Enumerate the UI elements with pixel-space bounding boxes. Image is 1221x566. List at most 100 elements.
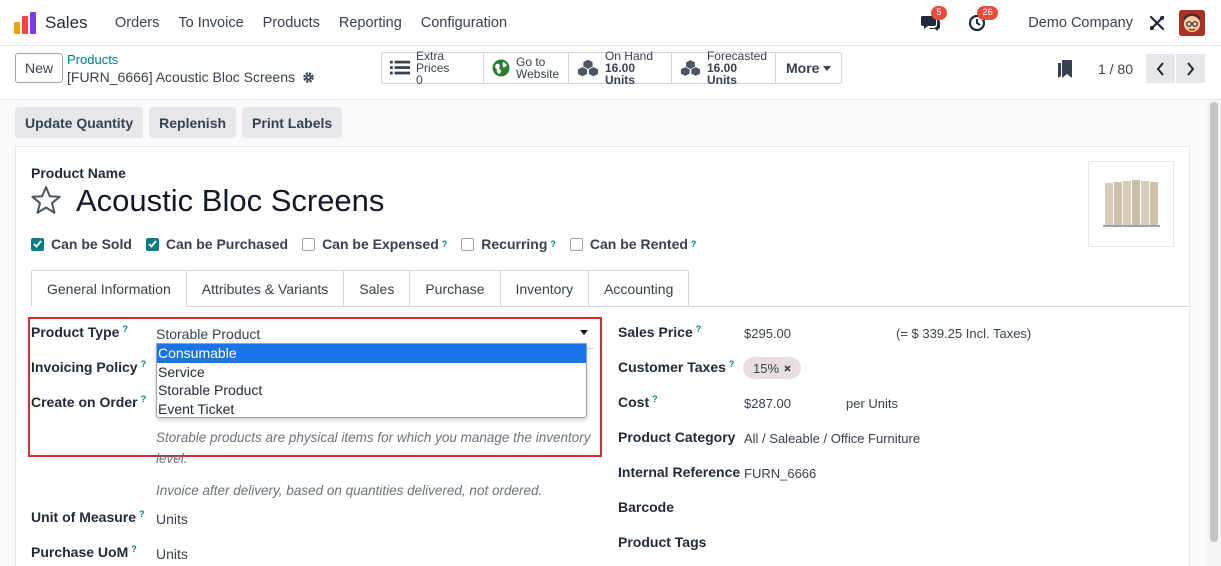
sales-price-field[interactable]: $295.00 — [744, 326, 791, 341]
globe-icon — [492, 59, 510, 77]
can-be-expensed-checkbox[interactable]: Can be Expensed? — [302, 236, 447, 252]
tab-general-information[interactable]: General Information — [31, 270, 187, 307]
menu-to-invoice[interactable]: To Invoice — [169, 15, 253, 31]
update-quantity-button[interactable]: Update Quantity — [15, 107, 144, 138]
control-panel: New Products [FURN_6666] Acoustic Bloc S… — [0, 46, 1221, 100]
purchase-uom-field[interactable]: Units — [156, 546, 188, 562]
go-to-website-button[interactable]: Go to Website — [484, 53, 569, 83]
cost-field[interactable]: $287.00 — [744, 396, 791, 411]
form-action-buttons: Update Quantity Replenish Print Labels — [15, 107, 343, 138]
option-service[interactable]: Service — [157, 363, 586, 382]
pager: 1 / 80 — [1057, 54, 1205, 83]
option-consumable[interactable]: Consumable — [157, 344, 586, 363]
extra-prices-button[interactable]: Extra Prices 0 — [382, 49, 484, 86]
pager-value[interactable]: 1 / 80 — [1098, 61, 1133, 77]
can-be-purchased-checkbox[interactable]: Can be Purchased — [145, 236, 288, 252]
select-caret-icon[interactable] — [580, 330, 588, 335]
new-button[interactable]: New — [15, 53, 64, 83]
menu-reporting[interactable]: Reporting — [329, 15, 411, 31]
smart-buttons: Extra Prices 0 Go to Website On Hand 16.00 … — [381, 49, 843, 87]
tab-accounting[interactable]: Accounting — [589, 270, 690, 307]
scrollbar-thumb[interactable] — [1210, 102, 1218, 542]
unit-of-measure-field[interactable]: Units — [156, 511, 188, 527]
create-on-order-label: Create on Order? — [31, 394, 147, 410]
pager-previous-button[interactable] — [1146, 54, 1175, 83]
product-options: Can be Sold Can be Purchased Can be Expe… — [31, 236, 710, 252]
top-navbar: Sales Orders To Invoice Products Reporti… — [0, 0, 1221, 46]
chevron-right-icon — [1187, 61, 1195, 76]
navbar-systray: 5 26 Demo Company — [920, 0, 1221, 46]
checkbox-empty-icon — [302, 237, 316, 251]
more-label: More — [786, 60, 820, 76]
forecasted-button[interactable]: Forecasted 16.00 Units — [672, 50, 776, 87]
recurring-checkbox[interactable]: Recurring? — [461, 236, 556, 252]
cubes-icon — [680, 60, 701, 76]
tab-sales[interactable]: Sales — [344, 270, 411, 307]
menu-configuration[interactable]: Configuration — [411, 15, 516, 31]
more-button[interactable]: More — [776, 53, 841, 83]
bookmark-icon[interactable] — [1057, 59, 1072, 78]
chevron-left-icon — [1156, 61, 1164, 76]
help-tooltip-icon[interactable]: ? — [550, 239, 556, 249]
activity-button[interactable]: 26 — [966, 6, 998, 34]
can-be-rented-checkbox[interactable]: Can be Rented? — [569, 236, 697, 252]
form-notebook-tabs: General Information Attributes & Variant… — [31, 270, 690, 307]
tab-attributes-variants[interactable]: Attributes & Variants — [186, 270, 345, 307]
menu-products[interactable]: Products — [253, 15, 329, 31]
can-be-rented-label: Can be Rented — [589, 236, 688, 252]
product-category-field[interactable]: All / Saleable / Office Furniture — [744, 431, 920, 446]
customer-taxes-label: Customer Taxes? — [618, 359, 735, 375]
company-switcher[interactable]: Demo Company — [1028, 15, 1133, 31]
on-hand-button[interactable]: On Hand 16.00 Units — [569, 50, 672, 86]
invoicing-policy-help: Invoice after delivery, based on quantit… — [156, 483, 543, 498]
tax-tag-label: 15% — [753, 360, 780, 376]
product-image[interactable] — [1088, 161, 1174, 247]
gear-icon[interactable] — [302, 71, 315, 84]
barcode-label: Barcode — [618, 499, 675, 515]
internal-reference-label: Internal Reference — [618, 464, 741, 480]
tab-purchase[interactable]: Purchase — [410, 270, 501, 307]
tab-inventory[interactable]: Inventory — [500, 270, 590, 307]
star-icon[interactable] — [30, 185, 62, 215]
breadcrumb-products[interactable]: Products — [67, 52, 118, 67]
cost-unit: per Units — [846, 396, 899, 411]
internal-reference-field[interactable]: FURN_6666 — [744, 466, 816, 481]
tabs-divider — [661, 306, 1189, 307]
can-be-sold-label: Can be Sold — [51, 236, 132, 252]
sales-app-icon[interactable] — [14, 11, 36, 34]
replenish-button[interactable]: Replenish — [149, 107, 237, 138]
product-tags-label: Product Tags — [618, 534, 707, 550]
tax-tag: 15% — [743, 357, 802, 379]
help-tooltip-icon[interactable]: ? — [442, 239, 448, 249]
extra-prices-label: Extra Prices — [416, 49, 450, 75]
form-sheet: Product Name Acoustic Bloc Screens Can b… — [15, 146, 1190, 566]
forecasted-value: 16.00 Units — [706, 61, 737, 87]
cubes-icon — [577, 59, 599, 77]
help-tooltip-icon[interactable]: ? — [691, 239, 697, 249]
product-type-help: Storable products are physical items for… — [156, 430, 591, 466]
page-scrollbar[interactable] — [1207, 100, 1221, 566]
list-icon — [390, 60, 411, 75]
product-name-input[interactable]: Acoustic Bloc Screens — [76, 183, 384, 219]
checkbox-empty-icon — [461, 237, 475, 251]
debug-tools-icon[interactable] — [1149, 15, 1165, 31]
purchase-uom-label: Purchase UoM? — [31, 544, 137, 560]
option-event-ticket[interactable]: Event Ticket — [157, 400, 586, 419]
sales-price-incl-taxes: (= $ 339.25 Incl. Taxes) — [896, 326, 1032, 341]
close-icon[interactable] — [784, 364, 791, 372]
chat-button[interactable]: 5 — [920, 6, 947, 34]
checkbox-checked-icon — [31, 237, 44, 251]
product-category-label: Product Category — [618, 429, 736, 445]
option-storable-product[interactable]: Storable Product — [157, 381, 586, 400]
app-name[interactable]: Sales — [45, 13, 88, 33]
unit-of-measure-label: Unit of Measure? — [31, 509, 145, 525]
avatar-face-icon — [1179, 10, 1205, 36]
cost-label: Cost? — [618, 394, 658, 410]
print-labels-button[interactable]: Print Labels — [242, 107, 343, 138]
user-avatar[interactable] — [1179, 10, 1205, 36]
product-type-select[interactable]: Storable Product — [156, 326, 260, 342]
menu-orders[interactable]: Orders — [106, 15, 169, 31]
can-be-sold-checkbox[interactable]: Can be Sold — [31, 236, 132, 252]
product-name-label: Product Name — [31, 165, 126, 181]
pager-next-button[interactable] — [1176, 54, 1205, 83]
